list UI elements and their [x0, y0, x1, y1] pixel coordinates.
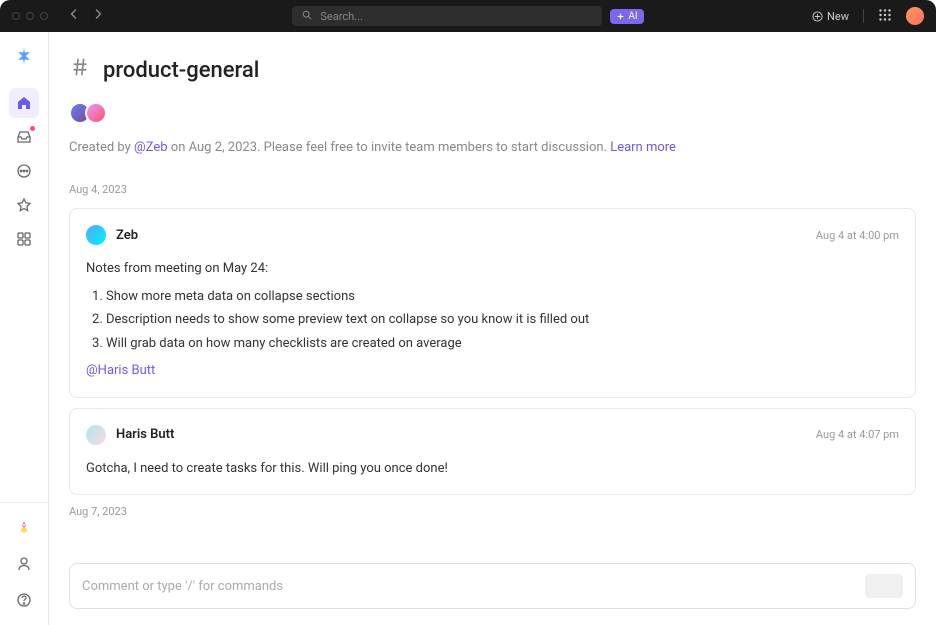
nav-back-button[interactable]	[68, 8, 80, 24]
sidebar-profile-button[interactable]	[9, 549, 39, 579]
star-icon	[16, 197, 32, 213]
search-input[interactable]: Search...	[292, 6, 602, 26]
user-avatar-button[interactable]	[906, 7, 924, 25]
person-icon	[16, 556, 32, 572]
new-button[interactable]: New	[812, 10, 849, 23]
app-logo[interactable]	[14, 46, 34, 66]
sidebar-favorites-button[interactable]	[9, 190, 39, 220]
plus-circle-icon	[812, 11, 823, 22]
author-name: Haris Butt	[116, 427, 174, 442]
titlebar-right: New	[812, 7, 924, 26]
message-card: Zeb Aug 4 at 4:00 pm Notes from meeting …	[69, 208, 916, 398]
author-avatar[interactable]	[86, 225, 106, 245]
author-avatar[interactable]	[86, 425, 106, 445]
learn-more-link[interactable]: Learn more	[610, 140, 676, 155]
nav-forward-button[interactable]	[92, 8, 104, 24]
message-body: Gotcha, I need to create tasks for this.…	[86, 459, 899, 479]
message-intro: Notes from meeting on May 24:	[86, 259, 899, 279]
list-item: Will grab data on how many checklists ar…	[106, 334, 899, 354]
user-mention[interactable]: @Haris Butt	[86, 363, 155, 378]
comment-input[interactable]: Comment or type '/' for commands	[69, 563, 916, 609]
divider	[863, 9, 864, 23]
message-card: Haris Butt Aug 4 at 4:07 pm Gotcha, I ne…	[69, 408, 916, 496]
rocket-icon	[15, 519, 33, 537]
message-header: Haris Butt Aug 4 at 4:07 pm	[86, 425, 899, 445]
sidebar-inbox-button[interactable]	[9, 122, 39, 152]
date-divider: Aug 7, 2023	[69, 505, 916, 518]
minimize-window-button[interactable]	[26, 12, 34, 20]
member-avatar	[85, 102, 107, 124]
send-button[interactable]	[865, 574, 903, 598]
sidebar-more-button[interactable]	[9, 156, 39, 186]
message-header: Zeb Aug 4 at 4:00 pm	[86, 225, 899, 245]
author-name: Zeb	[116, 228, 138, 243]
list-item: Description needs to show some preview t…	[106, 310, 899, 330]
main-container: product-general Created by @Zeb on Aug 2…	[0, 32, 936, 625]
message-list: Show more meta data on collapse sections…	[106, 287, 899, 354]
created-suffix: on Aug 2, 2023. Please feel free to invi…	[168, 140, 611, 155]
sidebar	[0, 32, 49, 625]
date-divider: Aug 4, 2023	[69, 183, 916, 196]
created-by-mention[interactable]: @Zeb	[134, 140, 168, 155]
sidebar-bottom	[0, 502, 48, 625]
new-label: New	[827, 10, 849, 23]
search-icon	[302, 10, 312, 23]
nav-arrows	[68, 8, 104, 24]
member-avatars[interactable]	[69, 102, 916, 124]
ellipsis-circle-icon	[16, 163, 32, 179]
sidebar-dashboards-button[interactable]	[9, 224, 39, 254]
message-body: Notes from meeting on May 24: Show more …	[86, 259, 899, 381]
channel-info: Created by @Zeb on Aug 2, 2023. Please f…	[69, 140, 916, 155]
message-time: Aug 4 at 4:07 pm	[816, 428, 899, 441]
search-container: Search... AI	[124, 6, 812, 26]
ai-button[interactable]: AI	[610, 9, 643, 24]
close-window-button[interactable]	[12, 12, 20, 20]
apps-grid-button[interactable]	[878, 7, 892, 26]
sidebar-home-button[interactable]	[9, 88, 39, 118]
grid-icon	[16, 231, 32, 247]
message-time: Aug 4 at 4:00 pm	[816, 229, 899, 242]
inbox-icon	[16, 129, 32, 145]
ai-label: AI	[628, 11, 637, 22]
message-author: Zeb	[86, 225, 138, 245]
maximize-window-button[interactable]	[40, 12, 48, 20]
channel-name: product-general	[103, 58, 259, 83]
message-author: Haris Butt	[86, 425, 174, 445]
hash-icon	[69, 56, 91, 84]
sparkle-icon	[616, 12, 625, 21]
notification-dot	[30, 126, 35, 131]
sidebar-help-button[interactable]	[9, 585, 39, 615]
comment-placeholder: Comment or type '/' for commands	[82, 579, 283, 594]
channel-header: product-general	[69, 56, 916, 84]
sidebar-upgrade-button[interactable]	[9, 513, 39, 543]
content-area: product-general Created by @Zeb on Aug 2…	[49, 32, 936, 625]
home-icon	[16, 95, 32, 111]
search-placeholder: Search...	[320, 10, 363, 23]
list-item: Show more meta data on collapse sections	[106, 287, 899, 307]
help-icon	[16, 592, 32, 608]
window-controls	[12, 12, 48, 20]
titlebar: Search... AI New	[0, 0, 936, 32]
created-prefix: Created by	[69, 140, 134, 155]
